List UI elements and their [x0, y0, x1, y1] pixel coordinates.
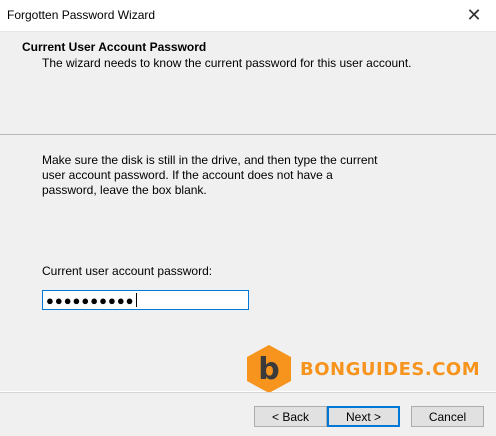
back-button[interactable]: < Back	[254, 406, 327, 427]
next-button[interactable]: Next >	[327, 406, 400, 427]
watermark-text: BONGUIDES.COM	[300, 358, 481, 380]
password-mask: ●●●●●●●●●●	[46, 292, 135, 308]
watermark-logo-letter: b	[258, 352, 279, 387]
instructions-text: Make sure the disk is still in the drive…	[42, 153, 378, 197]
close-icon: ✕	[466, 5, 482, 25]
password-input[interactable]: ●●●●●●●●●●	[42, 290, 249, 310]
watermark: b BONGUIDES.COM	[244, 344, 480, 394]
cancel-button[interactable]: Cancel	[411, 406, 484, 427]
text-caret	[135, 293, 137, 307]
close-button[interactable]: ✕	[452, 0, 496, 31]
title-bar: Forgotten Password Wizard ✕	[0, 0, 496, 32]
page-subtitle: The wizard needs to know the current pas…	[42, 56, 412, 70]
page-title: Current User Account Password	[22, 40, 207, 54]
password-label: Current user account password:	[42, 264, 213, 278]
wizard-header: Current User Account Password The wizard…	[0, 32, 496, 135]
watermark-logo-icon: b	[247, 345, 291, 393]
button-bar: < Back Next > Cancel	[0, 392, 496, 436]
window-title: Forgotten Password Wizard	[7, 8, 156, 22]
